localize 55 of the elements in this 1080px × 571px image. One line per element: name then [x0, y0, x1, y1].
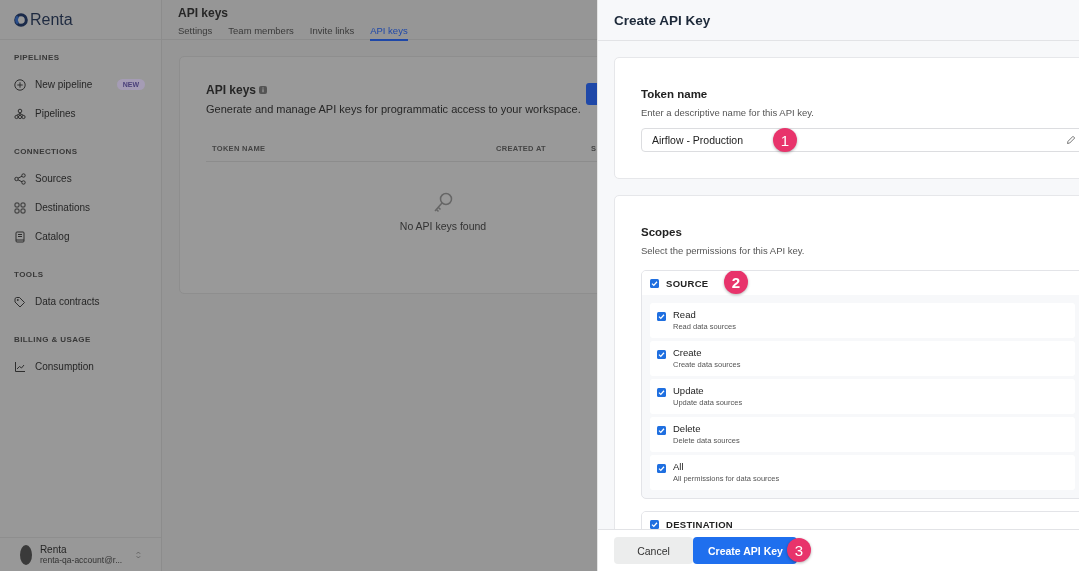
user-name: Renta: [39, 543, 68, 555]
book-icon: [14, 230, 26, 243]
hierarchy-icon: [14, 107, 26, 120]
tab[interactable]: Invite links: [309, 25, 355, 41]
checkbox[interactable]: [657, 388, 666, 397]
user-email: renta-qa-account@r...: [39, 554, 123, 566]
card-title: API keys: [206, 83, 257, 97]
step-marker: 2: [724, 271, 748, 294]
key-icon: [433, 192, 453, 214]
line-chart-icon: [14, 360, 26, 373]
logo-icon: [14, 12, 28, 27]
checkbox[interactable]: [650, 278, 659, 288]
tab[interactable]: API keys: [370, 25, 408, 41]
sidebar-item[interactable]: Pipelines: [0, 99, 161, 128]
tab[interactable]: Team members: [228, 25, 294, 41]
permission-name: Read: [673, 309, 697, 320]
permission-name: Delete: [673, 423, 702, 434]
checkbox[interactable]: [657, 312, 666, 321]
tab[interactable]: Settings: [178, 25, 213, 41]
section-heading: TOOLS: [13, 270, 44, 279]
cancel-button[interactable]: Cancel: [614, 537, 693, 564]
step-marker: 3: [787, 538, 811, 562]
sidebar-item[interactable]: Catalog: [0, 222, 161, 251]
sidebar-item[interactable]: Data contracts: [0, 287, 161, 316]
sidebar-item[interactable]: Sources: [0, 164, 161, 193]
permission-name: Update: [673, 385, 705, 396]
field-label: Token name: [641, 88, 708, 100]
logo-text: Renta: [30, 10, 73, 29]
grid-icon: [14, 201, 26, 214]
permission-name: Create: [673, 347, 703, 358]
card-description: Generate and manage API keys for programmatic access to your workspace.: [206, 103, 581, 115]
sidebar-item[interactable]: Consumption: [0, 352, 161, 381]
group-name: DESTINATION: [666, 518, 733, 529]
panel-title: Create API Key: [614, 12, 711, 28]
section-label: Scopes: [641, 226, 682, 238]
tag-icon: [14, 295, 26, 308]
sidebar-item[interactable]: Destinations: [0, 193, 161, 222]
section-hint: Select the permissions for this API key.: [641, 245, 805, 256]
share-icon: [14, 172, 26, 185]
page-title: API keys: [178, 5, 229, 20]
section-heading: CONNECTIONS: [13, 147, 78, 156]
checkbox[interactable]: [657, 350, 666, 359]
checkbox[interactable]: [650, 519, 659, 529]
permission-name: All: [673, 461, 685, 472]
group-name: SOURCE: [666, 277, 709, 289]
plus-circle-icon: [14, 78, 26, 91]
checkbox[interactable]: [657, 464, 666, 473]
empty-message: No API keys found: [399, 220, 487, 232]
avatar: [20, 544, 32, 565]
field-hint: Enter a descriptive name for this API key.: [641, 107, 814, 118]
checkbox[interactable]: [657, 426, 666, 435]
section-heading: PIPELINES: [13, 53, 60, 62]
section-heading: BILLING & USAGE: [13, 335, 91, 344]
pencil-icon: [1066, 135, 1076, 145]
info-icon: [259, 86, 268, 94]
